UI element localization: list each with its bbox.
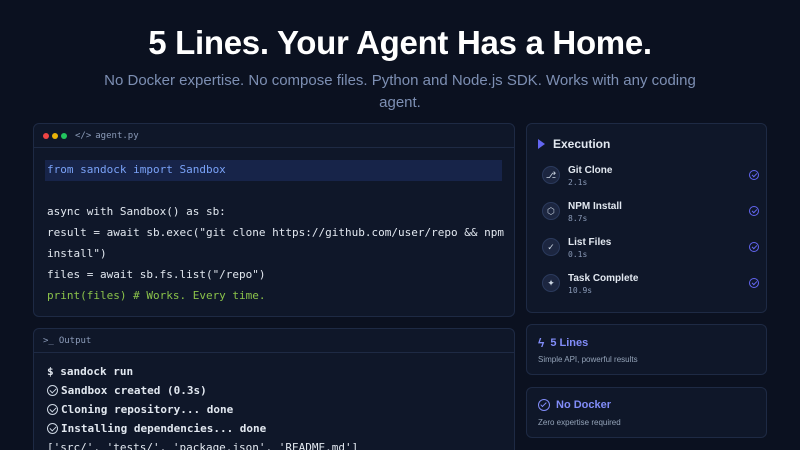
code-line: async with Sandbox() as sb: bbox=[47, 205, 226, 218]
step-time: 8.7s bbox=[568, 214, 588, 223]
feature-desc: Zero expertise required bbox=[538, 418, 621, 427]
code-line: print(files) # Works. Every time. bbox=[47, 289, 266, 302]
step-time: 2.1s bbox=[568, 178, 588, 187]
sparkle-icon: ✦ bbox=[542, 274, 560, 292]
output-title: Output bbox=[58, 335, 92, 346]
check-circle-icon bbox=[47, 423, 58, 434]
output-line: Cloning repository... done bbox=[47, 403, 233, 416]
step-time: 0.1s bbox=[568, 250, 588, 259]
git-branch-icon: ⎇ bbox=[542, 166, 560, 184]
execution-title: Execution bbox=[538, 137, 610, 151]
check-circle-icon bbox=[749, 206, 759, 216]
code-line: files = await sb.fs.list("/repo") bbox=[47, 268, 266, 281]
check-circle-icon bbox=[47, 404, 58, 415]
check-circle-icon bbox=[749, 278, 759, 288]
execution-step-list-files: ✓ List Files 0.1s bbox=[542, 237, 759, 264]
output-line: $ sandock run bbox=[47, 365, 134, 378]
output-line: ['src/', 'tests/', 'package.json', 'READ… bbox=[47, 441, 359, 450]
feature-title: No Docker bbox=[538, 399, 611, 411]
feature-card-5-lines: ϟ 5 Lines Simple API, powerful results bbox=[526, 324, 767, 375]
step-label: Task Complete bbox=[568, 273, 639, 284]
minimize-window-dot[interactable] bbox=[52, 132, 58, 139]
package-icon: ⬡ bbox=[542, 202, 560, 220]
check-circle-icon: ✓ bbox=[542, 238, 560, 256]
check-circle-icon bbox=[538, 399, 550, 411]
feature-card-no-docker: No Docker Zero expertise required bbox=[526, 387, 767, 438]
execution-step-git-clone: ⎇ Git Clone 2.1s bbox=[542, 165, 759, 192]
output-line: Sandbox created (0.3s) bbox=[47, 384, 207, 397]
step-time: 10.9s bbox=[568, 286, 593, 295]
terminal-icon: >_ bbox=[43, 335, 54, 346]
step-label: NPM Install bbox=[568, 201, 622, 212]
check-circle-icon bbox=[749, 170, 759, 180]
code-filename: agent.py bbox=[95, 130, 139, 141]
output-panel-header: >_ Output bbox=[34, 329, 514, 353]
lightning-icon: ϟ bbox=[538, 336, 545, 350]
feature-title: ϟ 5 Lines bbox=[538, 336, 589, 350]
code-line: result = await sb.exec("git clone https:… bbox=[47, 226, 504, 239]
code-line: from sandock import Sandbox bbox=[47, 163, 226, 176]
execution-step-task-complete: ✦ Task Complete 10.9s bbox=[542, 273, 759, 300]
output-panel: >_ Output $ sandock run Sandbox created … bbox=[33, 328, 515, 450]
close-window-dot[interactable] bbox=[43, 132, 49, 139]
hero-subtitle: No Docker expertise. No compose files. P… bbox=[104, 72, 696, 111]
hero-title: 5 Lines. Your Agent Has a Home. bbox=[148, 24, 652, 61]
check-circle-icon bbox=[47, 385, 58, 396]
execution-step-npm-install: ⬡ NPM Install 8.7s bbox=[542, 201, 759, 228]
code-line: install") bbox=[47, 247, 107, 260]
feature-desc: Simple API, powerful results bbox=[538, 355, 638, 364]
code-panel: </> agent.py from sandock import Sandbox… bbox=[33, 123, 515, 317]
step-label: List Files bbox=[568, 237, 612, 248]
output-line: Installing dependencies... done bbox=[47, 422, 266, 435]
maximize-window-dot[interactable] bbox=[61, 132, 67, 139]
step-label: Git Clone bbox=[568, 165, 613, 176]
code-panel-header: </> agent.py bbox=[34, 124, 514, 148]
check-circle-icon bbox=[749, 242, 759, 252]
code-icon: </> bbox=[75, 130, 92, 141]
play-icon bbox=[538, 139, 545, 149]
execution-panel: Execution ⎇ Git Clone 2.1s ⬡ NPM Install… bbox=[526, 123, 767, 313]
